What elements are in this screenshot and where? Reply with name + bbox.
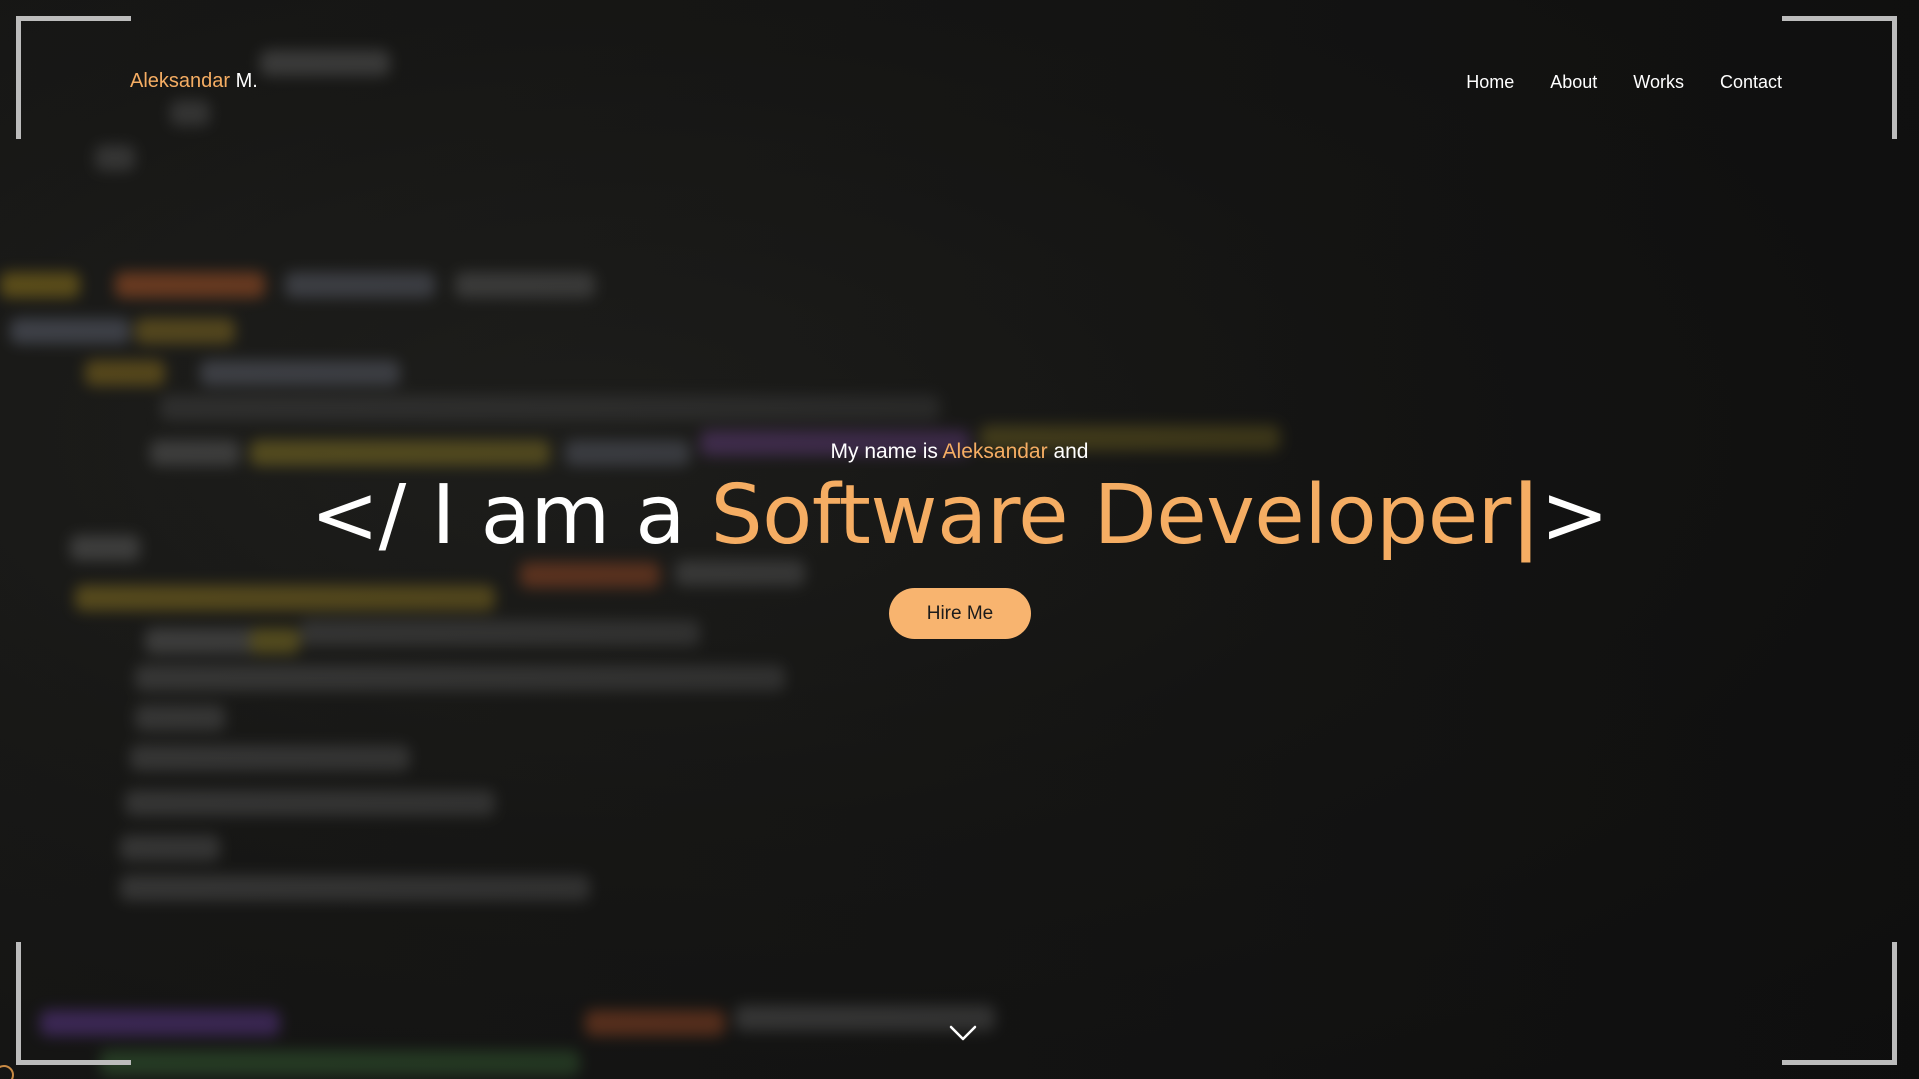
intro-prefix: My name is (830, 440, 938, 463)
headline-open: </ I am a (310, 468, 686, 563)
corner-frame-bottom-left (16, 942, 131, 1065)
nav-works[interactable]: Works (1633, 72, 1684, 93)
intro-name: Aleksandar (942, 440, 1048, 463)
intro-suffix: and (1053, 440, 1089, 463)
corner-frame-top-left (16, 16, 131, 139)
logo-last-initial: M. (235, 70, 258, 92)
headline-close: > (1540, 468, 1609, 563)
hero-headline: </ I am a Software Developer|> (0, 468, 1919, 563)
hero-section: Aleksandar M. Home About Works Contact M… (0, 0, 1919, 1079)
corner-frame-top-right (1782, 16, 1897, 139)
nav-about[interactable]: About (1550, 72, 1597, 93)
hire-me-button[interactable]: Hire Me (889, 588, 1031, 639)
main-nav: Home About Works Contact (1466, 72, 1782, 93)
hero-intro: My name is Aleksandar and (0, 440, 1919, 464)
site-logo[interactable]: Aleksandar M. (130, 70, 258, 93)
corner-frame-bottom-right (1782, 942, 1897, 1065)
headline-role: Software Developer (710, 468, 1512, 563)
nav-contact[interactable]: Contact (1720, 72, 1782, 93)
logo-first-name: Aleksandar (130, 70, 231, 92)
nav-home[interactable]: Home (1466, 72, 1514, 93)
typing-cursor: | (1510, 468, 1541, 563)
chevron-down-icon[interactable] (948, 1022, 978, 1044)
